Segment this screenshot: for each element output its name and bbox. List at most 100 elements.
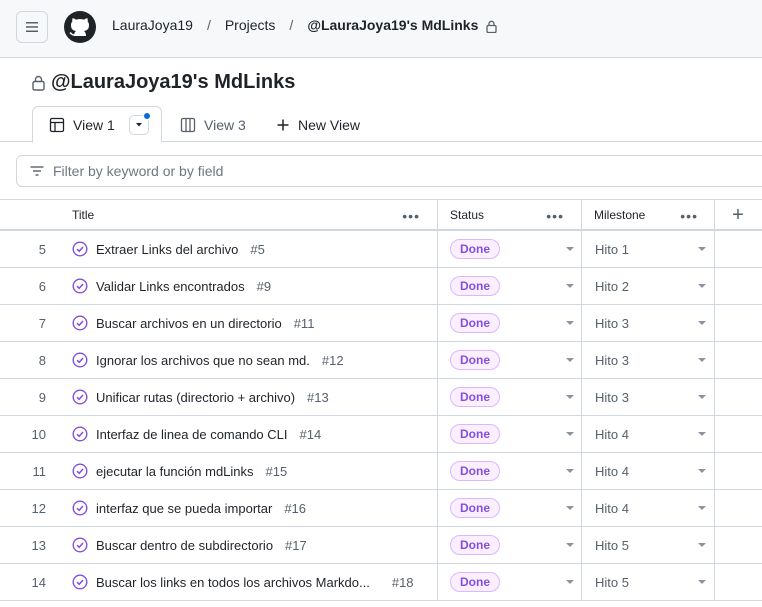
table-row[interactable]: 14 Buscar los links en todos los archivos…: [0, 564, 762, 601]
table-row[interactable]: 7 Buscar archivos en un directorio #11 Done…: [0, 305, 762, 342]
issue-title-link[interactable]: Validar Links encontrados: [96, 279, 245, 294]
issue-number: #11: [293, 315, 315, 331]
column-divider: [581, 527, 582, 564]
column-divider: [714, 231, 715, 268]
table-icon: [49, 117, 65, 132]
issue-closed-icon: [72, 315, 88, 331]
breadcrumb-project-link[interactable]: @LauraJoya19's MdLinks: [307, 17, 497, 33]
issue-closed-icon: [72, 426, 88, 442]
milestone-value: Hito 4: [595, 500, 629, 516]
column-header-status[interactable]: Status •••: [438, 200, 582, 230]
issue-title-link[interactable]: Interfaz de linea de comando CLI: [96, 427, 288, 442]
issue-title-link[interactable]: Unificar rutas (directorio + archivo): [96, 390, 295, 405]
issue-title-link[interactable]: Buscar los links en todos los archivos M…: [96, 575, 370, 590]
github-logo-icon[interactable]: [63, 10, 97, 44]
milestone-cell[interactable]: Hito 3: [582, 342, 714, 378]
status-cell[interactable]: Done: [438, 342, 582, 378]
status-cell[interactable]: Done: [438, 527, 582, 563]
add-field-button[interactable]: +: [714, 200, 762, 230]
table-row[interactable]: 6 Validar Links encontrados #9 Done Hito 2: [0, 268, 762, 305]
milestone-cell[interactable]: Hito 1: [582, 231, 714, 267]
status-cell[interactable]: Done: [438, 305, 582, 341]
milestone-cell[interactable]: Hito 5: [582, 527, 714, 563]
column-divider: [581, 200, 582, 230]
unsaved-changes-dot: [142, 111, 151, 120]
table-row[interactable]: 5 Extraer Links del archivo #5 Done Hito 1: [0, 231, 762, 268]
row-title-cell: Buscar los links en todos los archivos M…: [72, 564, 414, 600]
table-row[interactable]: 11 ejecutar la función mdLinks #15 Done Hito…: [0, 453, 762, 490]
chevron-down-icon: [566, 358, 574, 362]
table-row[interactable]: 8 Ignorar los archivos que no sean md. #12…: [0, 342, 762, 379]
column-header-milestone[interactable]: Milestone •••: [582, 200, 714, 230]
column-menu-button[interactable]: •••: [680, 208, 698, 224]
table-body: 5 Extraer Links del archivo #5 Done Hito 1 6 V…: [0, 231, 762, 601]
lock-icon: [486, 20, 497, 33]
column-divider: [714, 564, 715, 601]
milestone-value: Hito 4: [595, 463, 629, 479]
new-view-label: New View: [298, 116, 360, 133]
row-index: 13: [31, 537, 46, 553]
status-badge: Done: [450, 535, 500, 555]
row-title-cell: Buscar dentro de subdirectorio #17: [72, 527, 307, 563]
tab-view-1[interactable]: View 1: [32, 106, 162, 143]
table-row[interactable]: 10 Interfaz de linea de comando CLI #14 Don…: [0, 416, 762, 453]
issue-number: #15: [265, 463, 288, 479]
milestone-cell[interactable]: Hito 4: [582, 490, 714, 526]
issue-title-link[interactable]: Ignorar los archivos que no sean md.: [96, 353, 310, 368]
status-cell[interactable]: Done: [438, 379, 582, 415]
milestone-cell[interactable]: Hito 4: [582, 453, 714, 489]
status-cell[interactable]: Done: [438, 453, 582, 489]
issue-number: #13: [307, 389, 329, 405]
column-menu-button[interactable]: •••: [402, 208, 420, 224]
milestone-cell[interactable]: Hito 4: [582, 416, 714, 452]
column-header-title[interactable]: Title •••: [60, 200, 438, 230]
status-cell[interactable]: Done: [438, 231, 582, 267]
issue-title-link[interactable]: Buscar dentro de subdirectorio: [96, 538, 273, 553]
issue-number: #12: [321, 352, 344, 368]
status-badge: Done: [450, 424, 500, 444]
issue-title-link[interactable]: Buscar archivos en un directorio: [96, 316, 282, 331]
table-row[interactable]: 9 Unificar rutas (directorio + archivo) #1…: [0, 379, 762, 416]
milestone-cell[interactable]: Hito 3: [582, 379, 714, 415]
status-badge: Done: [450, 498, 500, 518]
hamburger-icon: [26, 22, 38, 32]
breadcrumb-projects-link[interactable]: Projects: [225, 17, 276, 33]
column-divider: [581, 379, 582, 416]
new-view-button[interactable]: New View: [276, 106, 360, 143]
column-title-label: Title: [72, 208, 95, 222]
filter-icon: [30, 166, 44, 176]
breadcrumb-owner-link[interactable]: LauraJoya19: [112, 17, 193, 33]
column-divider: [714, 342, 715, 379]
view-options-button[interactable]: [128, 111, 151, 135]
row-title-cell: Unificar rutas (directorio + archivo) #13: [72, 379, 329, 415]
column-menu-button[interactable]: •••: [546, 208, 564, 224]
status-cell[interactable]: Done: [438, 490, 582, 526]
milestone-value: Hito 4: [595, 426, 629, 442]
hamburger-menu-button[interactable]: [16, 11, 48, 43]
milestone-value: Hito 3: [595, 389, 629, 405]
issue-title-link[interactable]: interfaz que se pueda importar: [96, 501, 272, 516]
status-cell[interactable]: Done: [438, 564, 582, 600]
table-row[interactable]: 13 Buscar dentro de subdirectorio #17 Done H…: [0, 527, 762, 564]
issue-number: #5: [250, 241, 265, 257]
milestone-cell[interactable]: Hito 2: [582, 268, 714, 304]
table-header: Title ••• Status ••• Milestone ••• +: [0, 199, 762, 231]
status-badge: Done: [450, 276, 500, 296]
issue-closed-icon: [72, 574, 88, 590]
column-divider: [581, 564, 582, 601]
status-cell[interactable]: Done: [438, 416, 582, 452]
filter-input[interactable]: Filter by keyword or by field: [16, 155, 762, 187]
status-cell[interactable]: Done: [438, 268, 582, 304]
chevron-down-icon: [698, 580, 706, 584]
column-divider: [714, 527, 715, 564]
issue-title-link[interactable]: Extraer Links del archivo: [96, 242, 238, 257]
issue-closed-icon: [72, 241, 88, 257]
issue-closed-icon: [72, 463, 88, 479]
milestone-cell[interactable]: Hito 3: [582, 305, 714, 341]
tab-view-3[interactable]: View 3: [180, 106, 246, 143]
issue-title-link[interactable]: ejecutar la función mdLinks: [96, 464, 254, 479]
milestone-cell[interactable]: Hito 5: [582, 564, 714, 600]
row-index: 5: [38, 241, 46, 257]
table-row[interactable]: 12 interfaz que se pueda importar #16 Done H…: [0, 490, 762, 527]
row-index: 11: [32, 463, 47, 479]
